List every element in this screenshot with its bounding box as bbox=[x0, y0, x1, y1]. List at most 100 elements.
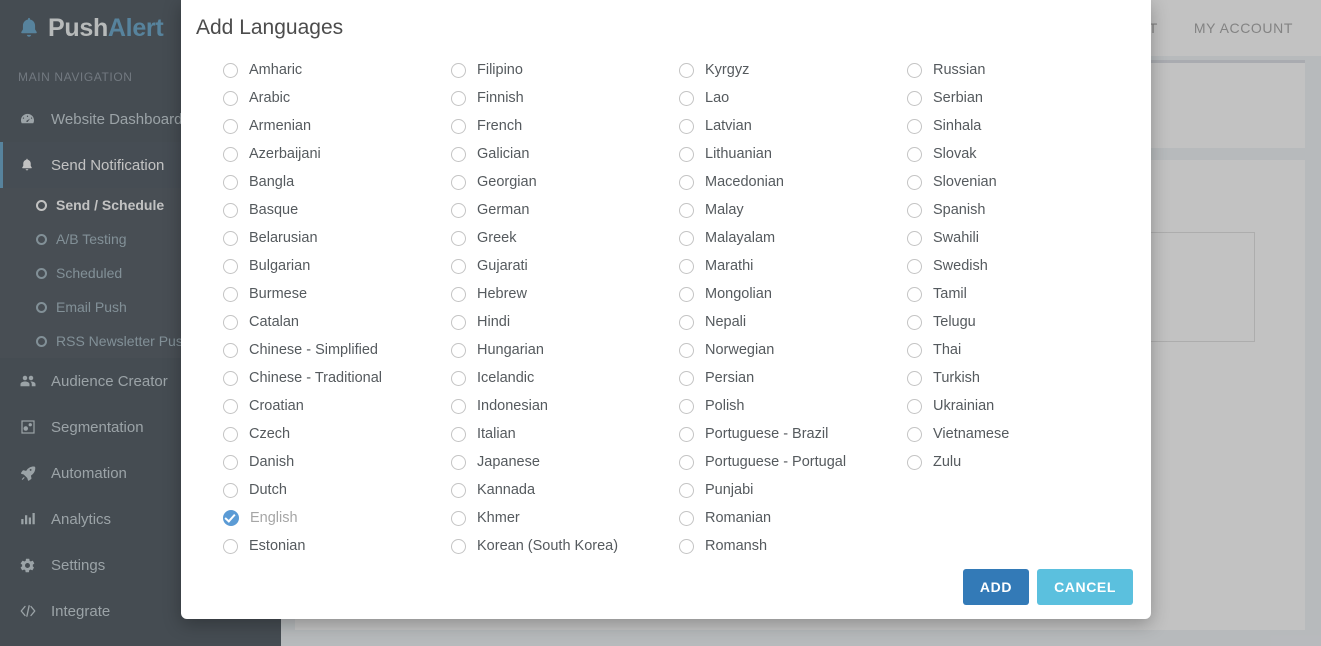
language-option[interactable]: Catalan bbox=[223, 308, 451, 336]
language-option[interactable]: Telugu bbox=[907, 308, 1135, 336]
radio-icon[interactable] bbox=[451, 510, 466, 526]
language-option[interactable]: Galician bbox=[451, 140, 679, 168]
radio-icon[interactable] bbox=[907, 62, 922, 78]
language-option[interactable]: Thai bbox=[907, 336, 1135, 364]
language-option[interactable]: Kyrgyz bbox=[679, 56, 907, 84]
language-option[interactable]: Zulu bbox=[907, 448, 1135, 476]
language-option[interactable]: Chinese - Simplified bbox=[223, 336, 451, 364]
radio-icon[interactable] bbox=[907, 230, 922, 246]
radio-icon[interactable] bbox=[451, 398, 466, 414]
radio-icon[interactable] bbox=[451, 314, 466, 330]
radio-icon[interactable] bbox=[223, 146, 238, 162]
radio-icon[interactable] bbox=[679, 398, 694, 414]
language-option[interactable]: Ukrainian bbox=[907, 392, 1135, 420]
language-option[interactable]: Malayalam bbox=[679, 224, 907, 252]
language-option[interactable]: Azerbaijani bbox=[223, 140, 451, 168]
language-option[interactable]: Bangla bbox=[223, 168, 451, 196]
language-option[interactable]: Chinese - Traditional bbox=[223, 364, 451, 392]
language-option[interactable]: French bbox=[451, 112, 679, 140]
language-option[interactable]: Basque bbox=[223, 196, 451, 224]
radio-icon[interactable] bbox=[223, 202, 238, 218]
radio-icon[interactable] bbox=[679, 146, 694, 162]
language-option[interactable]: Arabic bbox=[223, 84, 451, 112]
radio-icon[interactable] bbox=[679, 90, 694, 106]
language-option[interactable]: Slovenian bbox=[907, 168, 1135, 196]
radio-icon[interactable] bbox=[223, 62, 238, 78]
radio-icon[interactable] bbox=[907, 258, 922, 274]
radio-icon[interactable] bbox=[223, 90, 238, 106]
language-option[interactable]: Marathi bbox=[679, 252, 907, 280]
language-option[interactable]: Italian bbox=[451, 420, 679, 448]
radio-icon[interactable] bbox=[451, 146, 466, 162]
cancel-button[interactable]: CANCEL bbox=[1037, 569, 1133, 605]
radio-icon[interactable] bbox=[223, 258, 238, 274]
language-option[interactable]: Belarusian bbox=[223, 224, 451, 252]
language-option[interactable]: Sinhala bbox=[907, 112, 1135, 140]
language-option[interactable]: Portuguese - Portugal bbox=[679, 448, 907, 476]
radio-icon[interactable] bbox=[223, 398, 238, 414]
radio-icon[interactable] bbox=[907, 398, 922, 414]
radio-icon[interactable] bbox=[907, 314, 922, 330]
language-option[interactable]: Hindi bbox=[451, 308, 679, 336]
language-option[interactable]: Croatian bbox=[223, 392, 451, 420]
radio-icon[interactable] bbox=[679, 454, 694, 470]
radio-icon[interactable] bbox=[223, 426, 238, 442]
radio-icon[interactable] bbox=[907, 286, 922, 302]
language-option[interactable]: Serbian bbox=[907, 84, 1135, 112]
language-option[interactable]: Kannada bbox=[451, 476, 679, 504]
radio-icon[interactable] bbox=[223, 286, 238, 302]
radio-icon[interactable] bbox=[679, 426, 694, 442]
language-option[interactable]: Spanish bbox=[907, 196, 1135, 224]
language-option[interactable]: Armenian bbox=[223, 112, 451, 140]
radio-icon[interactable] bbox=[679, 62, 694, 78]
radio-icon[interactable] bbox=[679, 286, 694, 302]
language-option[interactable]: English bbox=[223, 504, 451, 532]
language-option[interactable]: Latvian bbox=[679, 112, 907, 140]
language-option[interactable]: Hungarian bbox=[451, 336, 679, 364]
radio-icon[interactable] bbox=[451, 482, 466, 498]
radio-icon[interactable] bbox=[223, 174, 238, 190]
radio-icon[interactable] bbox=[679, 174, 694, 190]
language-option[interactable]: Lithuanian bbox=[679, 140, 907, 168]
language-option[interactable]: Punjabi bbox=[679, 476, 907, 504]
language-option[interactable]: Finnish bbox=[451, 84, 679, 112]
radio-icon[interactable] bbox=[451, 202, 466, 218]
radio-icon[interactable] bbox=[907, 90, 922, 106]
radio-icon[interactable] bbox=[223, 118, 238, 134]
radio-icon[interactable] bbox=[451, 62, 466, 78]
language-option[interactable]: Russian bbox=[907, 56, 1135, 84]
radio-icon[interactable] bbox=[679, 230, 694, 246]
language-option[interactable]: Icelandic bbox=[451, 364, 679, 392]
radio-icon[interactable] bbox=[679, 510, 694, 526]
language-option[interactable]: Bulgarian bbox=[223, 252, 451, 280]
radio-icon[interactable] bbox=[451, 342, 466, 358]
radio-icon[interactable] bbox=[223, 538, 238, 554]
language-option[interactable]: Lao bbox=[679, 84, 907, 112]
radio-icon[interactable] bbox=[907, 342, 922, 358]
radio-icon[interactable] bbox=[451, 258, 466, 274]
language-option[interactable]: Georgian bbox=[451, 168, 679, 196]
language-option[interactable]: Czech bbox=[223, 420, 451, 448]
language-option[interactable]: Turkish bbox=[907, 364, 1135, 392]
radio-icon[interactable] bbox=[223, 230, 238, 246]
radio-icon[interactable] bbox=[451, 286, 466, 302]
radio-icon[interactable] bbox=[679, 202, 694, 218]
radio-icon[interactable] bbox=[451, 426, 466, 442]
radio-icon[interactable] bbox=[679, 314, 694, 330]
radio-icon[interactable] bbox=[907, 118, 922, 134]
radio-icon[interactable] bbox=[451, 90, 466, 106]
language-option[interactable]: Swahili bbox=[907, 224, 1135, 252]
language-option[interactable]: Macedonian bbox=[679, 168, 907, 196]
radio-icon[interactable] bbox=[451, 538, 466, 554]
language-option[interactable]: Mongolian bbox=[679, 280, 907, 308]
language-option[interactable]: Korean (South Korea) bbox=[451, 532, 679, 560]
language-option[interactable]: Nepali bbox=[679, 308, 907, 336]
radio-icon[interactable] bbox=[451, 454, 466, 470]
radio-icon[interactable] bbox=[223, 314, 238, 330]
language-option[interactable]: Portuguese - Brazil bbox=[679, 420, 907, 448]
language-option[interactable]: Polish bbox=[679, 392, 907, 420]
radio-icon[interactable] bbox=[451, 118, 466, 134]
language-option[interactable]: German bbox=[451, 196, 679, 224]
language-option[interactable]: Greek bbox=[451, 224, 679, 252]
radio-icon[interactable] bbox=[451, 174, 466, 190]
